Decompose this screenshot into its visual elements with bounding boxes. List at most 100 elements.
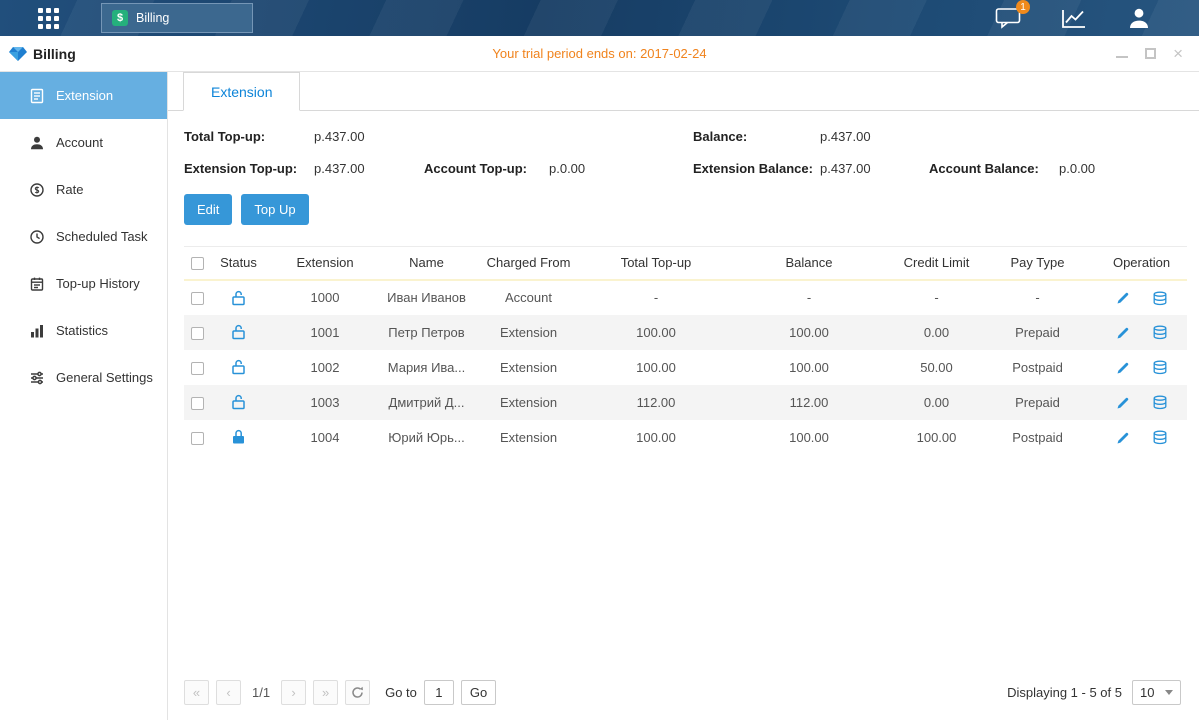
- row-checkbox[interactable]: [191, 397, 204, 410]
- sidebar-item-account[interactable]: Account: [0, 119, 167, 166]
- edit-row-icon[interactable]: [1116, 431, 1130, 445]
- topbar: $ Billing 1: [0, 0, 1199, 36]
- go-button[interactable]: Go: [461, 680, 496, 705]
- col-pay-type: Pay Type: [979, 247, 1096, 280]
- table-row[interactable]: 1003 Дмитрий Д... Extension 112.00 112.0…: [184, 385, 1187, 420]
- status-lock-icon: [211, 280, 266, 315]
- cell-balance: 100.00: [724, 420, 894, 455]
- sidebar-item-scheduled-task[interactable]: Scheduled Task: [0, 213, 167, 260]
- cell-balance: 100.00: [724, 350, 894, 385]
- edit-row-icon[interactable]: [1116, 291, 1130, 305]
- sidebar-item-topup-history[interactable]: Top-up History: [0, 260, 167, 307]
- cell-charged-from: Extension: [469, 315, 588, 350]
- row-checkbox[interactable]: [191, 327, 204, 340]
- table-row[interactable]: 1001 Петр Петров Extension 100.00 100.00…: [184, 315, 1187, 350]
- sidebar-item-rate[interactable]: Rate: [0, 166, 167, 213]
- topup-row-icon[interactable]: [1152, 430, 1168, 445]
- total-topup-label: Total Top-up:: [184, 129, 314, 144]
- first-page-button[interactable]: «: [184, 680, 209, 705]
- table-row[interactable]: 1000 Иван Иванов Account - - - -: [184, 280, 1187, 315]
- prev-page-button[interactable]: ‹: [216, 680, 241, 705]
- sidebar-item-general-settings[interactable]: General Settings: [0, 354, 167, 401]
- cell-credit-limit: 0.00: [894, 315, 979, 350]
- cell-credit-limit: 0.00: [894, 385, 979, 420]
- topbar-billing-tab-label: Billing: [136, 11, 169, 25]
- cell-pay-type: Postpaid: [979, 420, 1096, 455]
- cell-pay-type: Prepaid: [979, 385, 1096, 420]
- topbar-billing-tab[interactable]: $ Billing: [101, 3, 253, 33]
- row-checkbox[interactable]: [191, 292, 204, 305]
- extension-topup-label: Extension Top-up:: [184, 161, 314, 176]
- sidebar-item-label: Scheduled Task: [56, 229, 148, 244]
- edit-button[interactable]: Edit: [184, 194, 232, 225]
- cell-pay-type: Prepaid: [979, 315, 1096, 350]
- cell-charged-from: Account: [469, 280, 588, 315]
- cell-name: Юрий Юрь...: [384, 420, 469, 455]
- col-credit-limit: Credit Limit: [894, 247, 979, 280]
- minimize-button[interactable]: [1116, 48, 1128, 60]
- line-chart-icon: [1061, 8, 1087, 29]
- edit-row-icon[interactable]: [1116, 361, 1130, 375]
- page-size-select[interactable]: 10: [1132, 680, 1181, 705]
- apps-menu-icon[interactable]: [38, 8, 59, 29]
- sidebar-item-label: Top-up History: [56, 276, 140, 291]
- topup-row-icon[interactable]: [1152, 325, 1168, 340]
- cell-charged-from: Extension: [469, 350, 588, 385]
- col-charged-from: Charged From: [469, 247, 588, 280]
- last-page-button[interactable]: »: [313, 680, 338, 705]
- extension-balance-value: p.437.00: [820, 161, 929, 176]
- cell-pay-type: -: [979, 280, 1096, 315]
- notifications-icon[interactable]: 1: [995, 7, 1021, 29]
- bar-chart-icon: [29, 323, 45, 339]
- sidebar-item-label: Extension: [56, 88, 113, 103]
- refresh-button[interactable]: [345, 680, 370, 705]
- edit-row-icon[interactable]: [1116, 326, 1130, 340]
- topup-row-icon[interactable]: [1152, 291, 1168, 306]
- status-lock-icon: [211, 350, 266, 385]
- sidebar-item-label: General Settings: [56, 370, 153, 385]
- monitor-chart-icon[interactable]: [1061, 8, 1087, 29]
- status-lock-icon: [211, 315, 266, 350]
- cell-total-topup: 112.00: [588, 385, 724, 420]
- sidebar-item-label: Rate: [56, 182, 83, 197]
- status-lock-icon: [211, 385, 266, 420]
- cell-total-topup: 100.00: [588, 315, 724, 350]
- cell-total-topup: -: [588, 280, 724, 315]
- window-title: Billing: [33, 46, 76, 62]
- topup-row-icon[interactable]: [1152, 360, 1168, 375]
- table-row[interactable]: 1002 Мария Ива... Extension 100.00 100.0…: [184, 350, 1187, 385]
- sidebar-item-extension[interactable]: Extension: [0, 72, 167, 119]
- sidebar: Extension Account Rate: [0, 72, 168, 720]
- settings-sliders-icon: [29, 370, 45, 386]
- maximize-button[interactable]: [1145, 48, 1156, 59]
- user-account-icon[interactable]: [1127, 7, 1151, 29]
- cell-credit-limit: 100.00: [894, 420, 979, 455]
- cell-name: Мария Ива...: [384, 350, 469, 385]
- extension-topup-value: p.437.00: [314, 161, 424, 176]
- top-up-button[interactable]: Top Up: [241, 194, 308, 225]
- balance-value: p.437.00: [820, 129, 929, 144]
- goto-page-input[interactable]: [424, 680, 454, 705]
- balance-label: Balance:: [693, 129, 820, 144]
- cell-balance: 100.00: [724, 315, 894, 350]
- cell-balance: 112.00: [724, 385, 894, 420]
- cell-name: Дмитрий Д...: [384, 385, 469, 420]
- sidebar-item-statistics[interactable]: Statistics: [0, 307, 167, 354]
- tab-extension[interactable]: Extension: [183, 72, 300, 111]
- page-indicator: 1/1: [252, 685, 270, 700]
- close-button[interactable]: ×: [1173, 45, 1183, 62]
- sidebar-item-label: Statistics: [56, 323, 108, 338]
- col-operation: Operation: [1096, 247, 1187, 280]
- chevron-down-icon: [1165, 690, 1173, 695]
- cell-extension: 1000: [266, 280, 384, 315]
- account-icon: [29, 135, 45, 151]
- cell-extension: 1001: [266, 315, 384, 350]
- next-page-button[interactable]: ›: [281, 680, 306, 705]
- row-checkbox[interactable]: [191, 432, 204, 445]
- topup-row-icon[interactable]: [1152, 395, 1168, 410]
- row-checkbox[interactable]: [191, 362, 204, 375]
- rate-icon: [29, 182, 45, 198]
- select-all-checkbox[interactable]: [191, 257, 204, 270]
- table-row[interactable]: 1004 Юрий Юрь... Extension 100.00 100.00…: [184, 420, 1187, 455]
- edit-row-icon[interactable]: [1116, 396, 1130, 410]
